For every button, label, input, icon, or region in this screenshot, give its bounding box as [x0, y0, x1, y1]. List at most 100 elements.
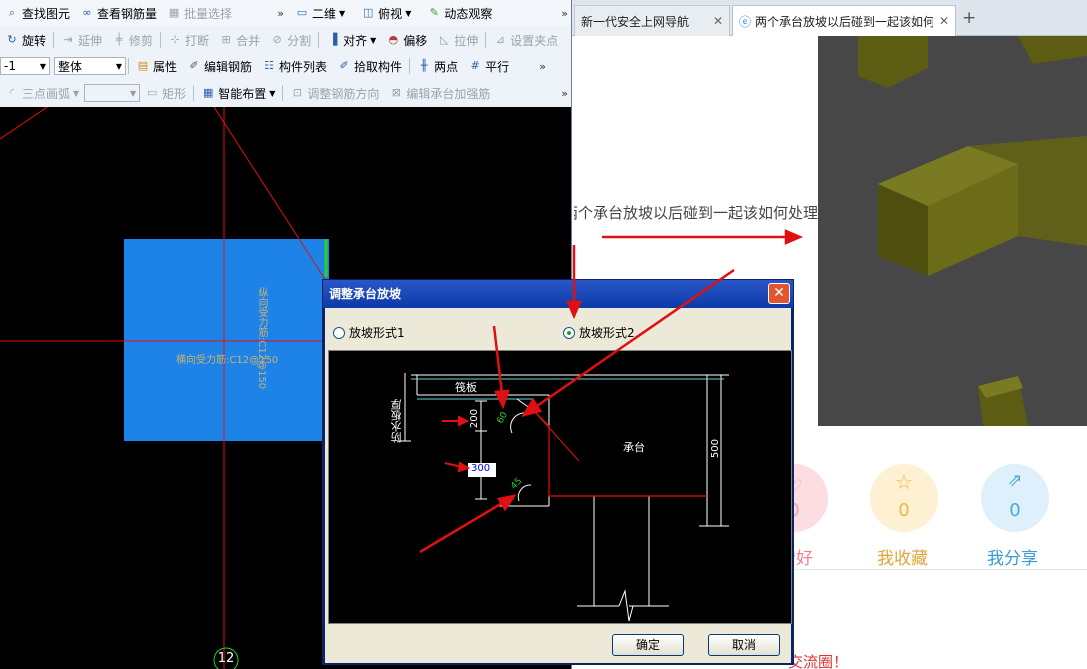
radio-circle [333, 326, 345, 339]
edit-cap-rebar-button[interactable]: ⊠ 编辑承台加强筋 [384, 82, 495, 104]
cancel-button[interactable]: 取消 [708, 634, 780, 656]
arc-icon: ◜ [9, 86, 15, 99]
favorite-label: 我收藏 [877, 549, 928, 569]
separator [53, 32, 55, 48]
extend-icon: ⇥ [63, 33, 73, 46]
ok-button[interactable]: 确定 [612, 634, 684, 656]
slope-diagram-preview: 筏板 防水板厚 承台 200 300 500 60 45 [328, 350, 792, 624]
separator [485, 32, 487, 48]
slope-diagram [399, 373, 729, 622]
set-grip-button[interactable]: ⊿ 设置夹点 [488, 29, 563, 51]
dialog-body: 放坡形式1 放坡形式2 筏板 防水板厚 承台 200 300 500 60 45… [325, 308, 792, 663]
extend-button[interactable]: ⇥ 延伸 [56, 29, 107, 51]
adjust-direction-icon: ⊡ [292, 86, 302, 99]
new-tab-button[interactable]: + [962, 8, 976, 28]
pile-cap-label: 承台 [623, 441, 645, 454]
axis-number-label: 12 [217, 651, 235, 666]
split-button[interactable]: ⊘ 分割 [265, 29, 316, 51]
share-icon: ⇗ [1007, 470, 1023, 491]
chevron-down-icon: ▼ [405, 8, 412, 18]
find-icon: ⌕ [8, 6, 16, 19]
toolbar-overflow-icon[interactable]: » [539, 60, 546, 73]
three-point-arc-dropdown[interactable]: ◜ 三点画弧 ▼ [0, 82, 84, 104]
align-dropdown[interactable]: ▐ 对齐 ▼ [321, 29, 381, 51]
pile-cap-block[interactable] [124, 239, 329, 441]
pick-icon: ✐ [339, 59, 349, 72]
radio-circle-selected [563, 326, 575, 339]
browser-tab-bar: 新一代安全上网导航 ✕ ⓔ 两个承台放坡以后碰到一起该如何处理 ✕ + [572, 0, 1087, 36]
star-icon: ☆ [895, 470, 913, 494]
layer-select[interactable]: -1 ▼ [0, 57, 50, 75]
two-points-button[interactable]: ╫ 两点 [412, 55, 463, 77]
edit-rebar-button[interactable]: ✐ 编辑钢筋 [182, 55, 257, 77]
parallel-button[interactable]: # 平行 [463, 55, 514, 77]
smart-layout-icon: ▦ [202, 86, 214, 99]
break-button[interactable]: ⊹ 打断 [163, 29, 214, 51]
slope-option-2-radio[interactable]: 放坡形式2 [563, 324, 635, 341]
chevron-down-icon: ▼ [370, 35, 377, 45]
slope-option-1-radio[interactable]: 放坡形式1 [333, 324, 405, 341]
toolbar-overflow-icon[interactable]: » [561, 7, 568, 20]
pick-component-button[interactable]: ✐ 拾取构件 [332, 55, 407, 77]
chevron-down-icon: ▼ [339, 8, 346, 18]
cad-toolbar-row-2: ↻ 旋转 ⇥ 延伸 ╪ 修剪 ⊹ 打断 ⊞ 合并 ⊘ 分割 ▐ 对齐 ▼ ◓ 偏移 ◺ 拉伸 ⊿ 设置… [0, 27, 572, 53]
browser-tab-1[interactable]: 新一代安全上网导航 ✕ [574, 5, 730, 36]
vertical-rebar-label: 纵向受力筋:C12@150 [256, 287, 267, 390]
cube-icon: ◫ [362, 6, 374, 19]
dynamic-orbit-icon: ✎ [429, 6, 439, 19]
dim-500-label: 500 [710, 439, 721, 459]
browser-tab-2[interactable]: ⓔ 两个承台放坡以后碰到一起该如何处理 ✕ [732, 5, 956, 36]
merge-icon: ⊞ [221, 33, 231, 46]
view-2d-dropdown[interactable]: ▭ 二维 ▼ [290, 2, 350, 24]
list-icon: ☷ [264, 59, 274, 72]
stretch-button[interactable]: ◺ 拉伸 [432, 29, 483, 51]
view-rebar-qty-button[interactable]: ∞ 查看钢筋量 [75, 2, 162, 24]
dim-300-input[interactable]: 300 [470, 463, 492, 474]
separator [193, 85, 195, 101]
stretch-icon: ◺ [440, 33, 449, 46]
chevron-down-icon: ▼ [269, 88, 276, 98]
find-element-button[interactable]: ⌕ 查找图元 [0, 2, 75, 24]
chevron-down-icon: ▼ [130, 88, 137, 98]
properties-button[interactable]: ▤ 属性 [131, 55, 182, 77]
component-list-button[interactable]: ☷ 构件列表 [257, 55, 332, 77]
toolbar-overflow-icon[interactable]: » [277, 7, 284, 20]
cad-toolbar-row-3: -1 ▼ 整体 ▼ ▤ 属性 ✐ 编辑钢筋 ☷ 构件列表 ✐ 拾取构件 ╫ 两点 # 平行 » [0, 53, 572, 79]
trim-button[interactable]: ╪ 修剪 [107, 29, 158, 51]
two-points-icon: ╫ [420, 59, 428, 72]
dynamic-view-button[interactable]: ✎ 动态观察 [422, 2, 497, 24]
batch-select-button[interactable]: ▦ 批量选择 [162, 2, 237, 24]
waterproof-thickness-label: 防水板厚 [390, 399, 403, 443]
chevron-down-icon: ▼ [73, 88, 80, 98]
rotate-button[interactable]: ↻ 旋转 [0, 29, 51, 51]
cad-toolbar-row-1: ⌕ 查找图元 ∞ 查看钢筋量 ▦ 批量选择 » ▭ 二维 ▼ ◫ 俯视 ▼ ✎ 动态观察 » [0, 0, 572, 26]
dialog-close-button[interactable]: ✕ [768, 283, 790, 304]
scope-select[interactable]: 整体 ▼ [54, 57, 126, 75]
rectangle-button[interactable]: ▭ 矩形 [140, 82, 191, 104]
question-title: 两个承台放坡以后碰到一起该如何处理 [574, 204, 818, 222]
favorite-stat[interactable]: ☆ 0 [870, 464, 938, 532]
rebar-glasses-icon: ∞ [82, 6, 92, 19]
merge-button[interactable]: ⊞ 合并 [214, 29, 265, 51]
dim-200-label: 200 [469, 409, 480, 429]
toolbar-overflow-icon[interactable]: » [561, 87, 568, 100]
arc-option-select[interactable]: ▼ [84, 84, 141, 102]
separator [128, 58, 129, 74]
parallel-icon: # [470, 59, 480, 72]
grip-icon: ⊿ [495, 33, 505, 46]
close-tab-icon[interactable]: ✕ [713, 14, 723, 28]
trim-icon: ╪ [115, 33, 123, 46]
top-view-dropdown[interactable]: ◫ 俯视 ▼ [356, 2, 416, 24]
batch-select-icon: ▦ [168, 6, 180, 19]
offset-button[interactable]: ◓ 偏移 [381, 29, 432, 51]
smart-layout-dropdown[interactable]: ▦ 智能布置 ▼ [196, 82, 280, 104]
footer-link[interactable]: 交流圈！ [788, 651, 848, 669]
separator [160, 32, 162, 48]
rectangle-icon: ▭ [146, 86, 158, 99]
separator [282, 85, 284, 101]
raft-label: 筏板 [455, 381, 477, 394]
render-shapes [818, 36, 1087, 426]
adjust-rebar-direction-button[interactable]: ⊡ 调整钢筋方向 [285, 82, 384, 104]
share-stat[interactable]: ⇗ 0 [981, 464, 1049, 532]
close-tab-icon[interactable]: ✕ [939, 14, 949, 28]
